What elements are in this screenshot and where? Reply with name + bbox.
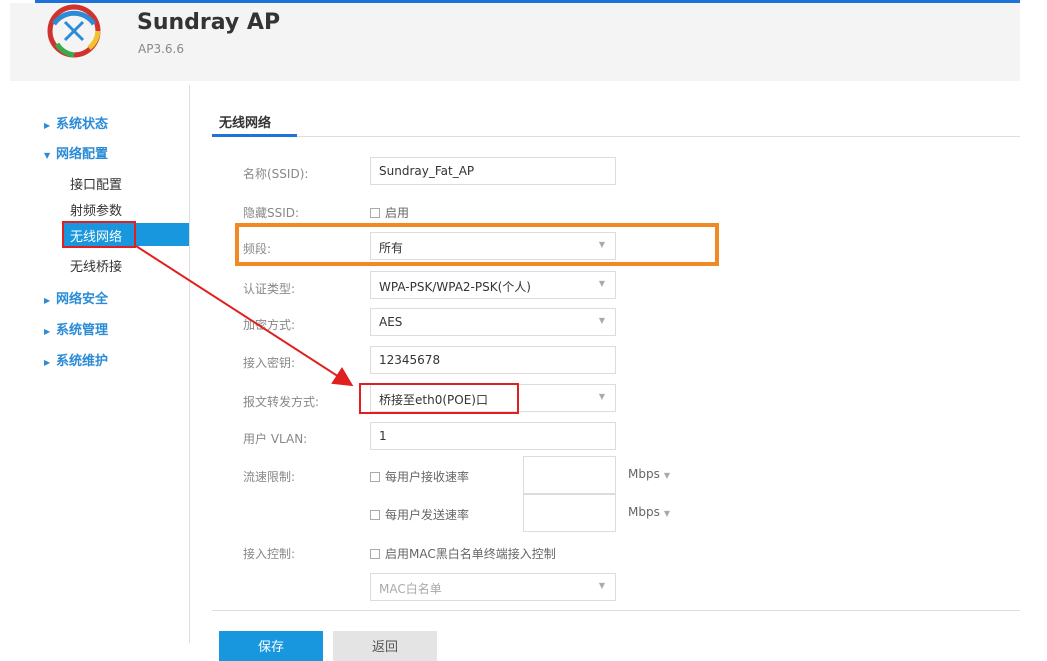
caret-right-icon: ▶ — [44, 121, 51, 130]
chevron-down-icon: ▼ — [663, 471, 670, 480]
rx-rate-checkbox[interactable]: 每用户接收速率 — [370, 468, 469, 485]
hide-ssid-label: 隐藏SSID: — [243, 206, 300, 220]
checkbox-icon — [370, 472, 380, 482]
auth-value: WPA-PSK/WPA2-PSK(个人) — [379, 280, 531, 294]
chevron-down-icon: ▼ — [598, 581, 605, 590]
form-divider — [212, 610, 1020, 611]
sundray-logo-icon — [47, 4, 101, 58]
tab-active-indicator — [212, 134, 297, 137]
access-control-label: 接入控制: — [243, 547, 296, 561]
access-key-input[interactable]: 12345678 — [370, 346, 616, 374]
sidebar-divider — [189, 85, 190, 643]
annotation-highlight-band — [235, 223, 719, 266]
hide-ssid-checkbox[interactable]: 启用 — [370, 204, 409, 221]
sidebar-group-network-config[interactable]: ▼ 网络配置 — [44, 143, 108, 162]
encryption-select[interactable]: AES ▼ — [370, 308, 616, 336]
sidebar-group-security[interactable]: ▶ 网络安全 — [44, 288, 108, 307]
brand-name: Sundray AP — [137, 10, 281, 35]
chevron-down-icon: ▼ — [598, 316, 605, 325]
mac-control-checkbox[interactable]: 启用MAC黑白名单终端接入控制 — [370, 545, 556, 562]
checkbox-icon — [370, 549, 380, 559]
chevron-down-icon: ▼ — [598, 392, 605, 401]
back-button[interactable]: 返回 — [333, 631, 437, 661]
forward-mode-label: 报文转发方式: — [243, 395, 320, 409]
sidebar-item-bridge[interactable]: 无线桥接 — [70, 256, 122, 275]
checkbox-icon — [370, 510, 380, 520]
caret-right-icon: ▶ — [44, 327, 51, 336]
mac-list-value: MAC白名单 — [379, 582, 442, 596]
sidebar-item-interface[interactable]: 接口配置 — [70, 174, 122, 193]
sidebar-group-status[interactable]: ▶ 系统状态 — [44, 113, 108, 132]
firmware-version: AP3.6.6 — [138, 42, 184, 56]
rate-limit-label: 流速限制: — [243, 470, 296, 484]
checkbox-icon — [370, 208, 380, 218]
ssid-label: 名称(SSID): — [243, 167, 309, 181]
ssid-value: Sundray_Fat_AP — [379, 164, 475, 178]
annotation-box-sidebar — [62, 221, 136, 248]
tx-rate-checkbox[interactable]: 每用户发送速率 — [370, 506, 469, 523]
auth-select[interactable]: WPA-PSK/WPA2-PSK(个人) ▼ — [370, 271, 616, 299]
vlan-value: 1 — [379, 429, 387, 443]
save-button[interactable]: 保存 — [219, 631, 323, 661]
rx-rate-input[interactable] — [523, 456, 616, 494]
sidebar-group-maintenance[interactable]: ▶ 系统维护 — [44, 350, 108, 369]
encryption-value: AES — [379, 315, 403, 329]
chevron-down-icon: ▼ — [663, 509, 670, 518]
annotation-box-forward — [359, 383, 519, 414]
sidebar-item-radio[interactable]: 射频参数 — [70, 200, 122, 219]
vlan-label: 用户 VLAN: — [243, 432, 308, 446]
auth-label: 认证类型: — [243, 282, 296, 296]
ssid-input[interactable]: Sundray_Fat_AP — [370, 157, 616, 185]
chevron-down-icon: ▼ — [598, 279, 605, 288]
vlan-input[interactable]: 1 — [370, 422, 616, 450]
caret-right-icon: ▶ — [44, 358, 51, 367]
sidebar-group-management[interactable]: ▶ 系统管理 — [44, 319, 108, 338]
caret-right-icon: ▶ — [44, 296, 51, 305]
encryption-label: 加密方式: — [243, 318, 296, 332]
mac-list-select[interactable]: MAC白名单 ▼ — [370, 573, 616, 601]
tab-wireless-network[interactable]: 无线网络 — [219, 112, 271, 131]
access-key-value: 12345678 — [379, 353, 441, 367]
caret-down-icon: ▼ — [44, 151, 51, 160]
tab-baseline — [212, 136, 1020, 137]
tx-rate-input[interactable] — [523, 494, 616, 532]
rx-rate-unit-select[interactable]: Mbps ▼ — [628, 467, 670, 481]
tx-rate-unit-select[interactable]: Mbps ▼ — [628, 505, 670, 519]
access-key-label: 接入密钥: — [243, 356, 296, 370]
